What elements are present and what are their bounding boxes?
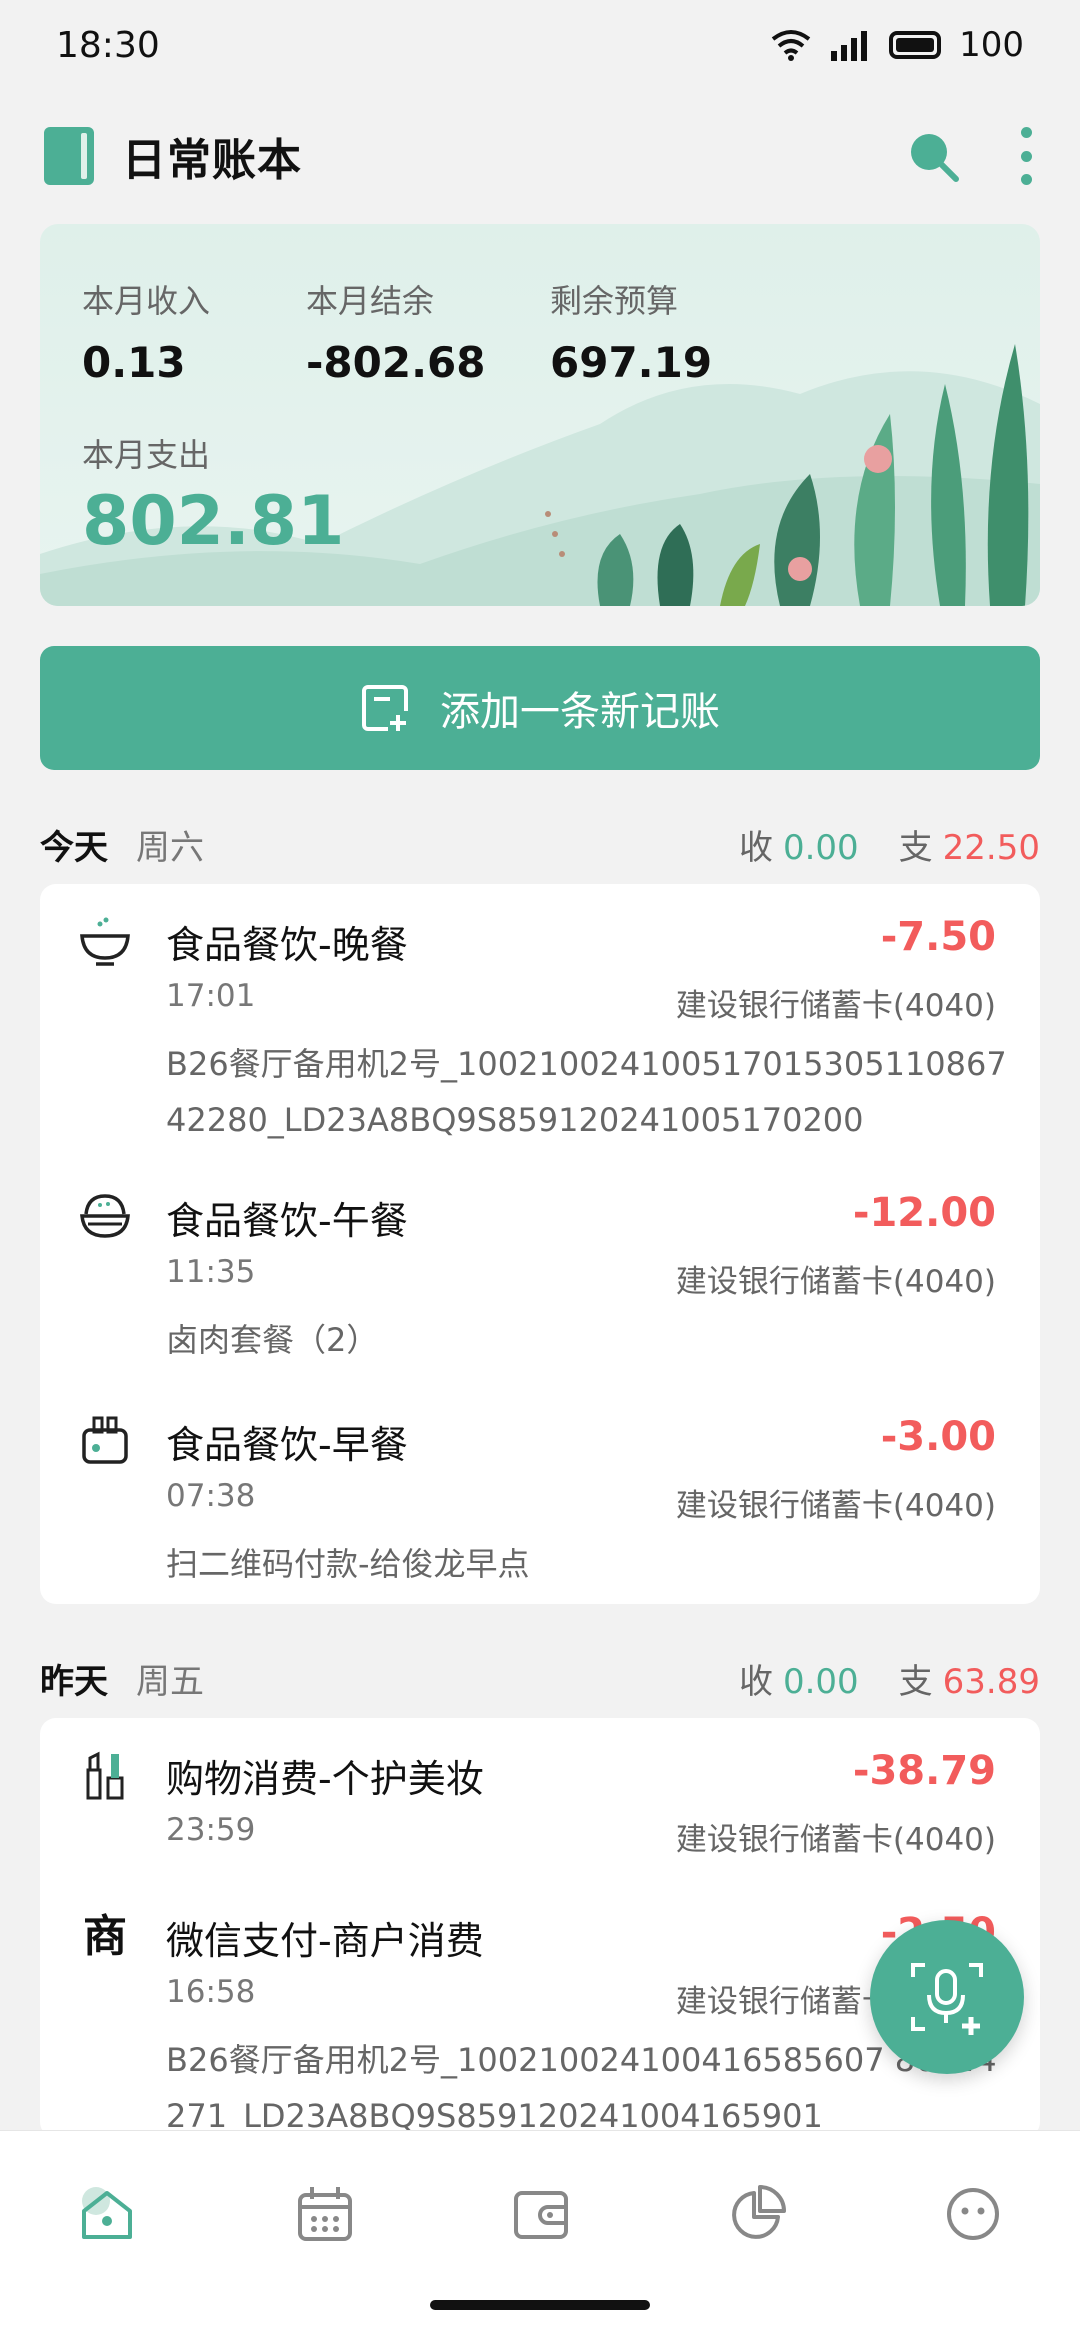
search-button[interactable] (906, 129, 960, 183)
nav-calendar[interactable] (290, 2179, 360, 2249)
list-item[interactable]: 食品餐饮-午餐 -12.00 11:35 建设银行储蓄卡(4040) 卤肉套餐（… (40, 1160, 1040, 1380)
microphone-plus-icon (911, 1963, 983, 2035)
search-icon (911, 134, 959, 182)
status-bar: 18:30 100 (0, 0, 1080, 90)
entry-time: 16:58 (166, 1974, 256, 2010)
entry-account: 建设银行储蓄卡(4040) (675, 1488, 996, 1524)
entry-note: 扫二维码付款-给俊龙早点 (166, 1545, 530, 1583)
nav-home[interactable] (72, 2179, 142, 2249)
entry-amount: -38.79 (852, 1748, 996, 1794)
day-totals: 收 0.00 支 22.50 (739, 820, 1040, 869)
entry-note: 卤肉套餐（2） (166, 1321, 379, 1359)
day-card-yesterday: 购物消费-个护美妆 -38.79 23:59 建设银行储蓄卡(4040) 商 微… (40, 1718, 1040, 2138)
more-menu-button[interactable] (1016, 127, 1036, 185)
entry-account: 建设银行储蓄卡(4040) (675, 988, 996, 1024)
entry-time: 17:01 (166, 978, 256, 1014)
entry-note: B26餐厅备用机2号_100210024100416585607 8674427… (166, 2041, 997, 2135)
nav-wallet[interactable] (506, 2179, 576, 2249)
pie-chart-icon (732, 2185, 786, 2239)
expense-value: 802.81 (82, 482, 345, 561)
entry-time: 07:38 (166, 1478, 256, 1514)
merchant-icon: 商 (83, 1911, 127, 1962)
entry-account: 建设银行储蓄卡(4040) (675, 1264, 996, 1300)
day-weekday: 周六 (136, 827, 204, 868)
status-time: 18:30 (56, 24, 160, 66)
expense-stat: 本月支出 802.81 (82, 430, 344, 561)
entry-title: 食品餐饮-晚餐 (166, 923, 408, 967)
app-header: 日常账本 (0, 110, 1080, 202)
day-weekday: 周五 (136, 1661, 204, 1702)
list-item[interactable]: 食品餐饮-晚餐 -7.50 17:01 建设银行储蓄卡(4040) B26餐厅备… (40, 884, 1040, 1154)
home-icon (82, 2187, 132, 2239)
entry-account: 建设银行储蓄卡(4040) (675, 1822, 996, 1858)
add-record-label: 添加一条新记账 (440, 689, 720, 735)
battery-level: 100 (959, 25, 1024, 65)
smiley-icon (947, 2188, 999, 2240)
day-header-yesterday: 昨天 周五 收 0.00 支 63.89 (40, 1648, 1040, 1708)
day-expense: 支 22.50 (898, 827, 1040, 868)
nav-profile[interactable] (938, 2179, 1008, 2249)
day-income: 收 0.00 (738, 1661, 859, 1702)
budget-label: 剩余预算 (550, 282, 679, 320)
rice-bowl-icon (80, 1194, 130, 1238)
list-item[interactable]: 食品餐饮-早餐 -3.00 07:38 建设银行储蓄卡(4040) 扫二维码付款… (40, 1384, 1040, 1604)
nav-statistics[interactable] (722, 2179, 792, 2249)
day-name: 今天 (40, 827, 108, 868)
wifi-icon (771, 30, 811, 61)
entry-amount: -7.50 (880, 914, 996, 960)
add-note-icon (362, 685, 408, 731)
income-stat: 本月收入 0.13 (82, 276, 210, 387)
entry-title: 微信支付-商户消费 (166, 1919, 484, 1963)
expense-label: 本月支出 (82, 436, 211, 474)
entry-title: 食品餐饮-早餐 (166, 1423, 408, 1467)
budget-stat: 剩余预算 697.19 (550, 276, 712, 387)
page-title: 日常账本 (122, 135, 302, 186)
entry-time: 11:35 (166, 1254, 256, 1290)
toaster-icon (82, 1416, 128, 1464)
more-dot (1020, 174, 1032, 185)
entry-note: B26餐厅备用机2号_100210024100517015305110867 4… (166, 1045, 1007, 1139)
cosmetics-icon (86, 1751, 124, 1800)
calendar-icon (298, 2187, 352, 2241)
wallet-icon (514, 2191, 568, 2239)
more-dot (1020, 127, 1032, 138)
signal-icon (831, 31, 868, 61)
day-income: 收 0.00 (738, 827, 859, 868)
budget-value: 697.19 (550, 338, 713, 387)
status-icons: 100 (771, 25, 1024, 65)
entry-amount: -12.00 (852, 1190, 996, 1236)
add-record-button[interactable]: 添加一条新记账 (40, 646, 1040, 770)
day-header-today: 今天 周六 收 0.00 支 22.50 (40, 814, 1040, 874)
day-expense: 支 63.89 (898, 1661, 1040, 1702)
day-name: 昨天 (40, 1661, 108, 1702)
balance-value: -802.68 (306, 338, 486, 387)
header-actions (906, 127, 1036, 185)
entry-title: 购物消费-个护美妆 (166, 1757, 484, 1801)
book-icon (44, 127, 94, 185)
home-indicator (430, 2300, 650, 2310)
bowl-icon (80, 917, 130, 966)
day-card-today: 食品餐饮-晚餐 -7.50 17:01 建设银行储蓄卡(4040) B26餐厅备… (40, 884, 1040, 1604)
entry-title: 食品餐饮-午餐 (166, 1199, 408, 1243)
more-dot (1020, 150, 1032, 162)
balance-stat: 本月结余 -802.68 (306, 276, 486, 387)
voice-record-button[interactable] (870, 1920, 1024, 2074)
income-label: 本月收入 (82, 282, 211, 320)
balance-label: 本月结余 (306, 282, 435, 320)
list-item[interactable]: 购物消费-个护美妆 -38.79 23:59 建设银行储蓄卡(4040) (40, 1718, 1040, 1878)
entry-time: 23:59 (166, 1812, 256, 1848)
battery-icon (889, 31, 942, 59)
day-totals: 收 0.00 支 63.89 (739, 1654, 1040, 1703)
entry-amount: -3.00 (880, 1414, 996, 1460)
income-value: 0.13 (82, 338, 186, 387)
monthly-summary-card[interactable]: 本月收入 0.13 本月结余 -802.68 剩余预算 697.19 本月支出 … (40, 224, 1040, 606)
